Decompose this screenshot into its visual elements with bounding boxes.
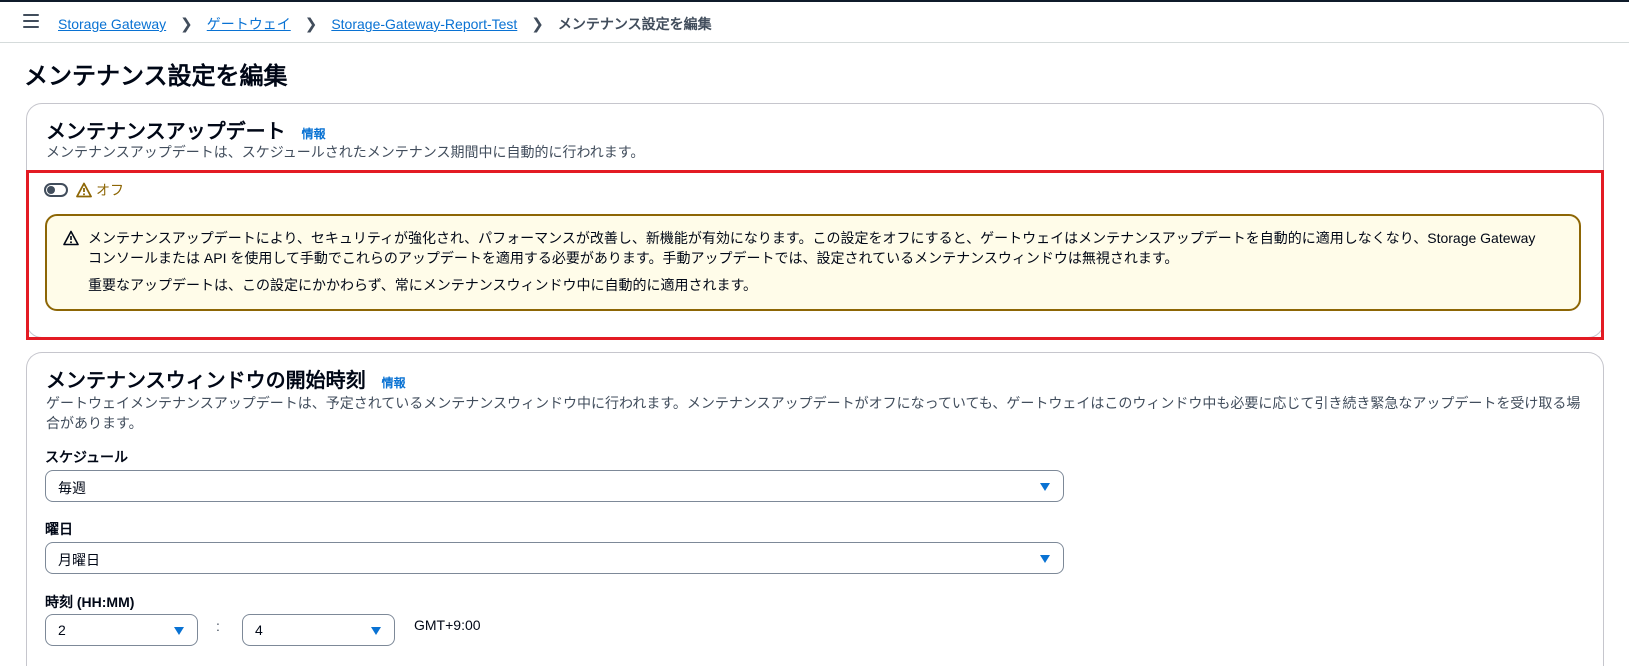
- maintenance-updates-info-link[interactable]: 情報: [302, 125, 326, 142]
- maintenance-updates-toggle-row: オフ: [44, 180, 124, 200]
- warning-icon: [76, 182, 92, 198]
- maintenance-updates-toggle[interactable]: [44, 183, 68, 197]
- breadcrumb-current: メンテナンス設定を編集: [557, 16, 712, 32]
- day-value: 月曜日: [58, 552, 100, 568]
- schedule-value: 毎週: [58, 480, 86, 496]
- caret-down-icon: [1040, 483, 1050, 491]
- alert-message: メンテナンスアップデートにより、セキュリティが強化され、パフォーマンスが改善し、…: [88, 228, 1548, 295]
- chevron-right-icon: ❯: [531, 16, 544, 33]
- maintenance-window-description: ゲートウェイメンテナンスアップデートは、予定されているメンテナンスウィンドウ中に…: [46, 395, 1581, 431]
- breadcrumb: Storage Gateway ❯ ゲートウェイ ❯ Storage-Gatew…: [58, 14, 712, 34]
- page-title: メンテナンス設定を編集: [24, 63, 288, 90]
- toggle-status-label: オフ: [96, 182, 124, 198]
- caret-down-icon: [174, 627, 184, 635]
- chevron-right-icon: ❯: [304, 16, 318, 33]
- chevron-right-icon: ❯: [180, 16, 193, 33]
- schedule-label: スケジュール: [45, 449, 129, 465]
- minute-value: 4: [255, 622, 263, 638]
- hour-select[interactable]: 2: [45, 614, 198, 646]
- warning-icon: [63, 230, 79, 246]
- menu-icon[interactable]: [23, 14, 39, 28]
- schedule-select[interactable]: 毎週: [45, 470, 1064, 502]
- timezone-label: GMT+9:00: [414, 617, 481, 633]
- maintenance-window-info-link[interactable]: 情報: [382, 374, 406, 391]
- warning-alert: メンテナンスアップデートにより、セキュリティが強化され、パフォーマンスが改善し、…: [45, 214, 1581, 311]
- alert-paragraph-1: メンテナンスアップデートにより、セキュリティが強化され、パフォーマンスが改善し、…: [88, 230, 1536, 266]
- maintenance-window-title: メンテナンスウィンドウの開始時刻: [46, 370, 366, 392]
- maintenance-updates-description: メンテナンスアップデートは、スケジュールされたメンテナンス期間中に自動的に行われ…: [46, 144, 645, 160]
- minute-select[interactable]: 4: [242, 614, 395, 646]
- hour-value: 2: [58, 622, 66, 638]
- breadcrumb-storage-gateway[interactable]: Storage Gateway: [58, 16, 166, 32]
- day-label: 曜日: [45, 521, 73, 537]
- breadcrumb-gateways[interactable]: ゲートウェイ: [207, 14, 291, 34]
- day-select[interactable]: 月曜日: [45, 542, 1064, 574]
- breadcrumb-gateway-name[interactable]: Storage-Gateway-Report-Test: [331, 16, 517, 32]
- maintenance-updates-header: メンテナンスアップデート 情報: [46, 115, 326, 144]
- breadcrumb-bar: Storage Gateway ❯ ゲートウェイ ❯ Storage-Gatew…: [0, 2, 1629, 43]
- time-label: 時刻 (HH:MM): [45, 594, 135, 610]
- time-separator: :: [216, 618, 220, 634]
- maintenance-window-header: メンテナンスウィンドウの開始時刻 情報: [46, 364, 406, 393]
- alert-paragraph-2: 重要なアップデートは、この設定にかかわらず、常にメンテナンスウィンドウ中に自動的…: [88, 277, 758, 293]
- maintenance-updates-title: メンテナンスアップデート: [46, 121, 286, 143]
- caret-down-icon: [371, 627, 381, 635]
- caret-down-icon: [1040, 555, 1050, 563]
